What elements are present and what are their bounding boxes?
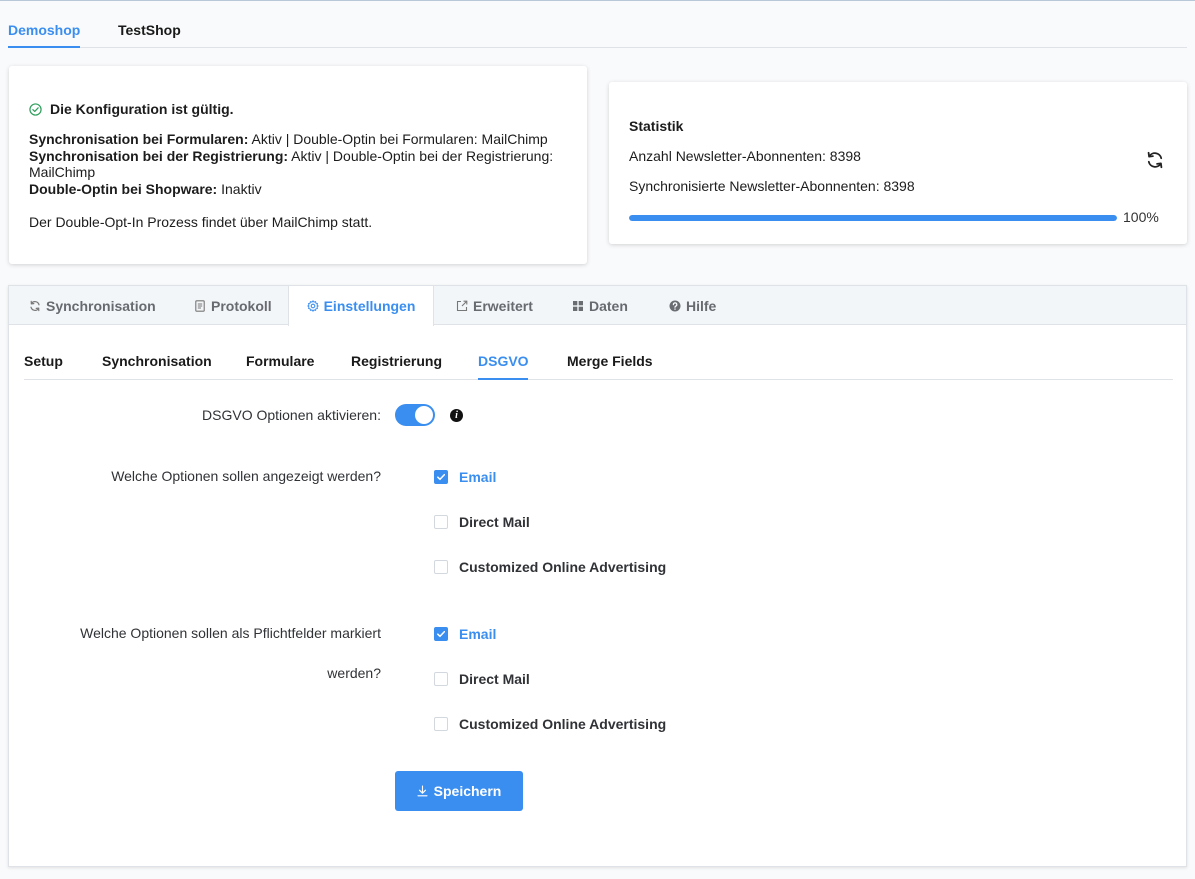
checkmark-icon bbox=[437, 630, 446, 638]
save-button-label: Speichern bbox=[433, 783, 502, 799]
config-details: Synchronisation bei Formularen: Aktiv | … bbox=[29, 131, 569, 197]
forms-sync-value: Aktiv | Double-Optin bei Formularen: Mai… bbox=[248, 131, 548, 147]
subtab-active-indicator bbox=[478, 378, 528, 380]
config-status: Die Konfiguration ist gültig. bbox=[29, 101, 234, 117]
synced-count: Synchronisierte Newsletter-Abonnenten: 8… bbox=[629, 178, 915, 194]
refresh-icon[interactable] bbox=[1145, 150, 1165, 170]
stats-card: Statistik Anzahl Newsletter-Abonnenten: … bbox=[609, 82, 1187, 244]
shop-tabs: Demoshop TestShop bbox=[8, 1, 1187, 48]
main-tab-bar: Synchronisation Protokoll Einstellungen bbox=[9, 286, 1186, 326]
tab-daten-label: Daten bbox=[589, 297, 628, 314]
forms-sync-label: Synchronisation bei Formularen: bbox=[29, 131, 249, 147]
subtab-setup[interactable]: Setup bbox=[24, 353, 63, 369]
tab-einstellungen[interactable]: Einstellungen bbox=[288, 286, 434, 326]
checkbox[interactable] bbox=[434, 515, 448, 529]
tab-protokoll-label: Protokoll bbox=[211, 297, 272, 314]
info-icon[interactable]: i bbox=[450, 409, 463, 422]
checkbox-label: Customized Online Advertising bbox=[459, 559, 667, 575]
tab-daten[interactable]: Daten bbox=[572, 286, 628, 325]
checkmark-icon bbox=[437, 473, 446, 481]
checkbox[interactable] bbox=[434, 627, 448, 641]
registration-sync-label: Synchronisation bei der Registrierung: bbox=[29, 147, 289, 164]
toggle-knob bbox=[415, 406, 433, 424]
checkbox[interactable] bbox=[434, 672, 448, 686]
shopware-optin-line: Double-Optin bei Shopware: Inaktiv bbox=[29, 181, 569, 198]
sync-icon bbox=[30, 300, 40, 311]
checkbox-label: Direct Mail bbox=[459, 671, 530, 687]
subtab-synchronisation[interactable]: Synchronisation bbox=[102, 353, 212, 369]
checkbox[interactable] bbox=[434, 717, 448, 731]
show-option-direct-mail[interactable]: Direct Mail bbox=[434, 514, 530, 530]
shop-tab-demoshop[interactable]: Demoshop bbox=[8, 22, 80, 38]
required-option-email[interactable]: Email bbox=[434, 626, 496, 642]
checkbox[interactable] bbox=[434, 470, 448, 484]
tab-hilfe-label: Hilfe bbox=[686, 297, 717, 314]
tab-protokoll[interactable]: Protokoll bbox=[194, 286, 272, 325]
download-icon bbox=[417, 785, 428, 797]
subtab-formulare[interactable]: Formulare bbox=[246, 353, 314, 369]
tab-erweitert-label: Erweitert bbox=[473, 297, 533, 314]
shopware-optin-label: Double-Optin bei Shopware: bbox=[29, 180, 218, 197]
shopware-optin-value: Inaktiv bbox=[217, 180, 262, 197]
required-option-direct-mail[interactable]: Direct Mail bbox=[434, 671, 530, 687]
help-icon bbox=[669, 300, 681, 311]
sync-progress-fill bbox=[629, 215, 1117, 221]
tab-einstellungen-label: Einstellungen bbox=[323, 298, 416, 314]
subscriber-count: Anzahl Newsletter-Abonnenten: 8398 bbox=[629, 148, 861, 164]
registration-sync-line: Synchronisation bei der Registrierung: A… bbox=[29, 148, 569, 181]
shop-tab-testshop[interactable]: TestShop bbox=[118, 22, 181, 38]
sync-progress-bar bbox=[629, 215, 1117, 221]
sync-progress-text: 100% bbox=[1123, 209, 1159, 225]
tab-synchronisation[interactable]: Synchronisation bbox=[29, 286, 156, 325]
show-options-label: Welche Optionen sollen angezeigt werden? bbox=[111, 468, 381, 484]
config-note: Der Double-Opt-In Prozess findet über Ma… bbox=[29, 214, 373, 230]
external-icon bbox=[456, 300, 468, 311]
shop-tab-active-indicator bbox=[8, 46, 80, 48]
checkbox-label: Email bbox=[459, 626, 497, 642]
check-circle-icon bbox=[29, 102, 42, 116]
checkbox-label: Email bbox=[459, 469, 497, 485]
required-option-online-advertising[interactable]: Customized Online Advertising bbox=[434, 716, 666, 732]
gear-icon bbox=[306, 300, 319, 312]
stats-title: Statistik bbox=[629, 118, 684, 134]
show-option-email[interactable]: Email bbox=[434, 469, 496, 485]
subtab-registrierung[interactable]: Registrierung bbox=[351, 353, 442, 369]
checkbox[interactable] bbox=[434, 560, 448, 574]
config-status-text: Die Konfiguration ist gültig. bbox=[50, 101, 234, 117]
tab-hilfe[interactable]: Hilfe bbox=[669, 286, 716, 325]
subtab-dsgvo[interactable]: DSGVO bbox=[478, 353, 529, 369]
document-icon bbox=[195, 299, 205, 312]
dsgvo-enable-toggle[interactable] bbox=[395, 404, 435, 426]
config-card: Die Konfiguration ist gültig. Synchronis… bbox=[9, 66, 587, 264]
checkbox-label: Customized Online Advertising bbox=[459, 716, 667, 732]
required-options-label-line2: werden? bbox=[327, 665, 381, 681]
show-option-online-advertising[interactable]: Customized Online Advertising bbox=[434, 559, 666, 575]
sub-tab-bar: Setup Synchronisation Formulare Registri… bbox=[24, 326, 1173, 380]
save-button[interactable]: Speichern bbox=[395, 771, 523, 811]
settings-panel: Synchronisation Protokoll Einstellungen bbox=[8, 285, 1187, 867]
tab-synchronisation-label: Synchronisation bbox=[46, 297, 156, 314]
forms-sync-line: Synchronisation bei Formularen: Aktiv | … bbox=[29, 131, 569, 148]
dsgvo-enable-label: DSGVO Optionen aktivieren: bbox=[202, 407, 381, 423]
grid-icon bbox=[573, 300, 583, 311]
required-options-label-line1: Welche Optionen sollen als Pflichtfelder… bbox=[80, 625, 381, 641]
checkbox-label: Direct Mail bbox=[459, 514, 530, 530]
subtab-merge-fields[interactable]: Merge Fields bbox=[567, 353, 653, 369]
tab-erweitert[interactable]: Erweitert bbox=[456, 286, 533, 325]
